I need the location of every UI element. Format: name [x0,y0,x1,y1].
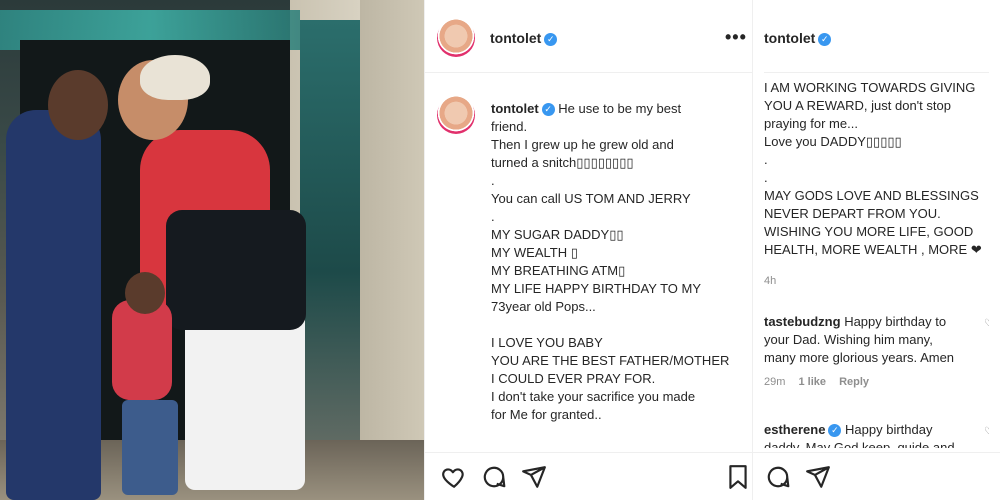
comment-username[interactable]: estherene [764,422,825,437]
caption-text: tontolet ✓ He use to be my best friend. T… [491,100,741,424]
photo-man [6,110,101,500]
post-header: tontolet ✓ ••• [425,0,752,73]
comment-meta: 29m 1 like Reply [764,373,989,391]
heart-icon[interactable] [441,464,467,490]
caption-line: 73year old Pops... [491,299,596,314]
caption-line: WISHING YOU MORE LIFE, GOOD [764,224,974,239]
avatar[interactable] [437,19,475,57]
comment-icon[interactable] [765,464,791,490]
caption-line [491,316,741,334]
comment-item: estherene ✓ Happy birthday daddy. May God… [764,421,989,448]
caption-line: You can call US TOM AND JERRY [491,191,691,206]
caption-line: MY WEALTH ▯ [491,245,578,260]
photo-glass-door [300,20,360,440]
caption-line: Then I grew up he grew old and [491,137,674,152]
comment-time[interactable]: 29m [764,376,785,388]
caption-text-line: He use to be my best [558,101,682,116]
comment-text: your Dad. Wishing him many, [764,332,933,347]
caption-avatar[interactable] [437,96,475,134]
verified-badge-icon: ✓ [818,32,832,46]
caption-line: . [764,170,768,185]
post-username[interactable]: tontolet ✓ [490,30,558,46]
panel-divider [752,0,753,500]
photo-child-head [125,272,165,314]
caption-line: MAY GODS LOVE AND BLESSINGS [764,188,979,203]
action-bar [425,452,1000,501]
caption-line: tontolet ✓ He use to be my best [491,100,741,118]
photo-man-head [48,70,108,140]
caption-line: I don't take your sacrifice you made [491,389,696,404]
comment-like-icon[interactable]: ♡ [984,423,989,441]
caption-line: I COULD EVER PRAY FOR. [491,371,656,386]
comment-text: Happy birthday [845,422,933,437]
right-panel-username[interactable]: tontolet ✓ [764,30,832,46]
right-username-text[interactable]: tontolet [764,30,815,46]
caption-continued: I AM WORKING TOWARDS GIVING YOU A REWARD… [764,79,989,259]
caption-line: . [491,173,495,188]
post-panel: tontolet ✓ ••• tontolet ✓ tontolet ✓ He use… [424,0,1000,500]
share-icon[interactable] [805,464,831,490]
photo-child [112,300,172,400]
caption-line: I LOVE YOU BABY [491,335,603,350]
caption-line: MY BREATHING ATM▯ [491,263,626,278]
comment-likes[interactable]: 1 like [798,376,826,388]
caption-line: . [491,209,495,224]
caption-line: YOU ARE THE BEST FATHER/MOTHER [491,353,730,368]
caption-username[interactable]: tontolet [491,101,539,116]
caption-line: praying for me... [764,116,858,131]
verified-badge-icon: ✓ [544,32,558,46]
verified-badge-icon: ✓ [828,424,842,438]
comment-item: tastebudzng Happy birthday to your Dad. … [764,313,989,391]
photo-woman-hair [140,55,210,100]
photo-child-legs [122,400,178,495]
caption-line: HEALTH, MORE WEALTH , MORE ❤ [764,242,982,257]
caption-line: . [764,152,768,167]
comment-text: daddy. May God keep, guide and [764,440,955,448]
share-icon[interactable] [521,464,547,490]
verified-badge-icon: ✓ [541,103,555,117]
username-text[interactable]: tontolet [490,30,541,46]
comment-like-icon[interactable]: ♡ [984,315,989,333]
comment-text: many more glorious years. Amen [764,350,955,365]
bookmark-icon[interactable] [725,464,751,490]
instagram-post-view: tontolet ✓ ••• tontolet ✓ tontolet ✓ He use… [0,0,1000,500]
caption-block: tontolet ✓ He use to be my best friend. T… [425,72,752,452]
comment-text: Happy birthday to [844,314,947,329]
post-photo[interactable] [0,0,424,500]
caption-line: MY SUGAR DADDY▯▯ [491,227,624,242]
photo-handbag [166,210,306,330]
reply-button[interactable]: Reply [839,376,869,388]
caption-line: turned a snitch▯▯▯▯▯▯▯▯ [491,155,634,170]
caption-line: for Me for granted.. [491,407,602,422]
more-options-button[interactable]: ••• [725,27,747,48]
caption-line: NEVER DEPART FROM YOU. [764,206,941,221]
caption-line: friend. [491,119,528,134]
caption-line: I AM WORKING TOWARDS GIVING [764,80,976,95]
comment-username[interactable]: tastebudzng [764,314,841,329]
caption-line: MY LIFE HAPPY BIRTHDAY TO MY [491,281,701,296]
caption-line: Love you DADDY▯▯▯▯▯ [764,134,902,149]
comment-icon[interactable] [481,464,507,490]
comments-panel[interactable]: I AM WORKING TOWARDS GIVING YOU A REWARD… [764,72,989,448]
caption-line: YOU A REWARD, just don't stop [764,98,951,113]
post-time-ago[interactable]: 4h [764,275,776,287]
